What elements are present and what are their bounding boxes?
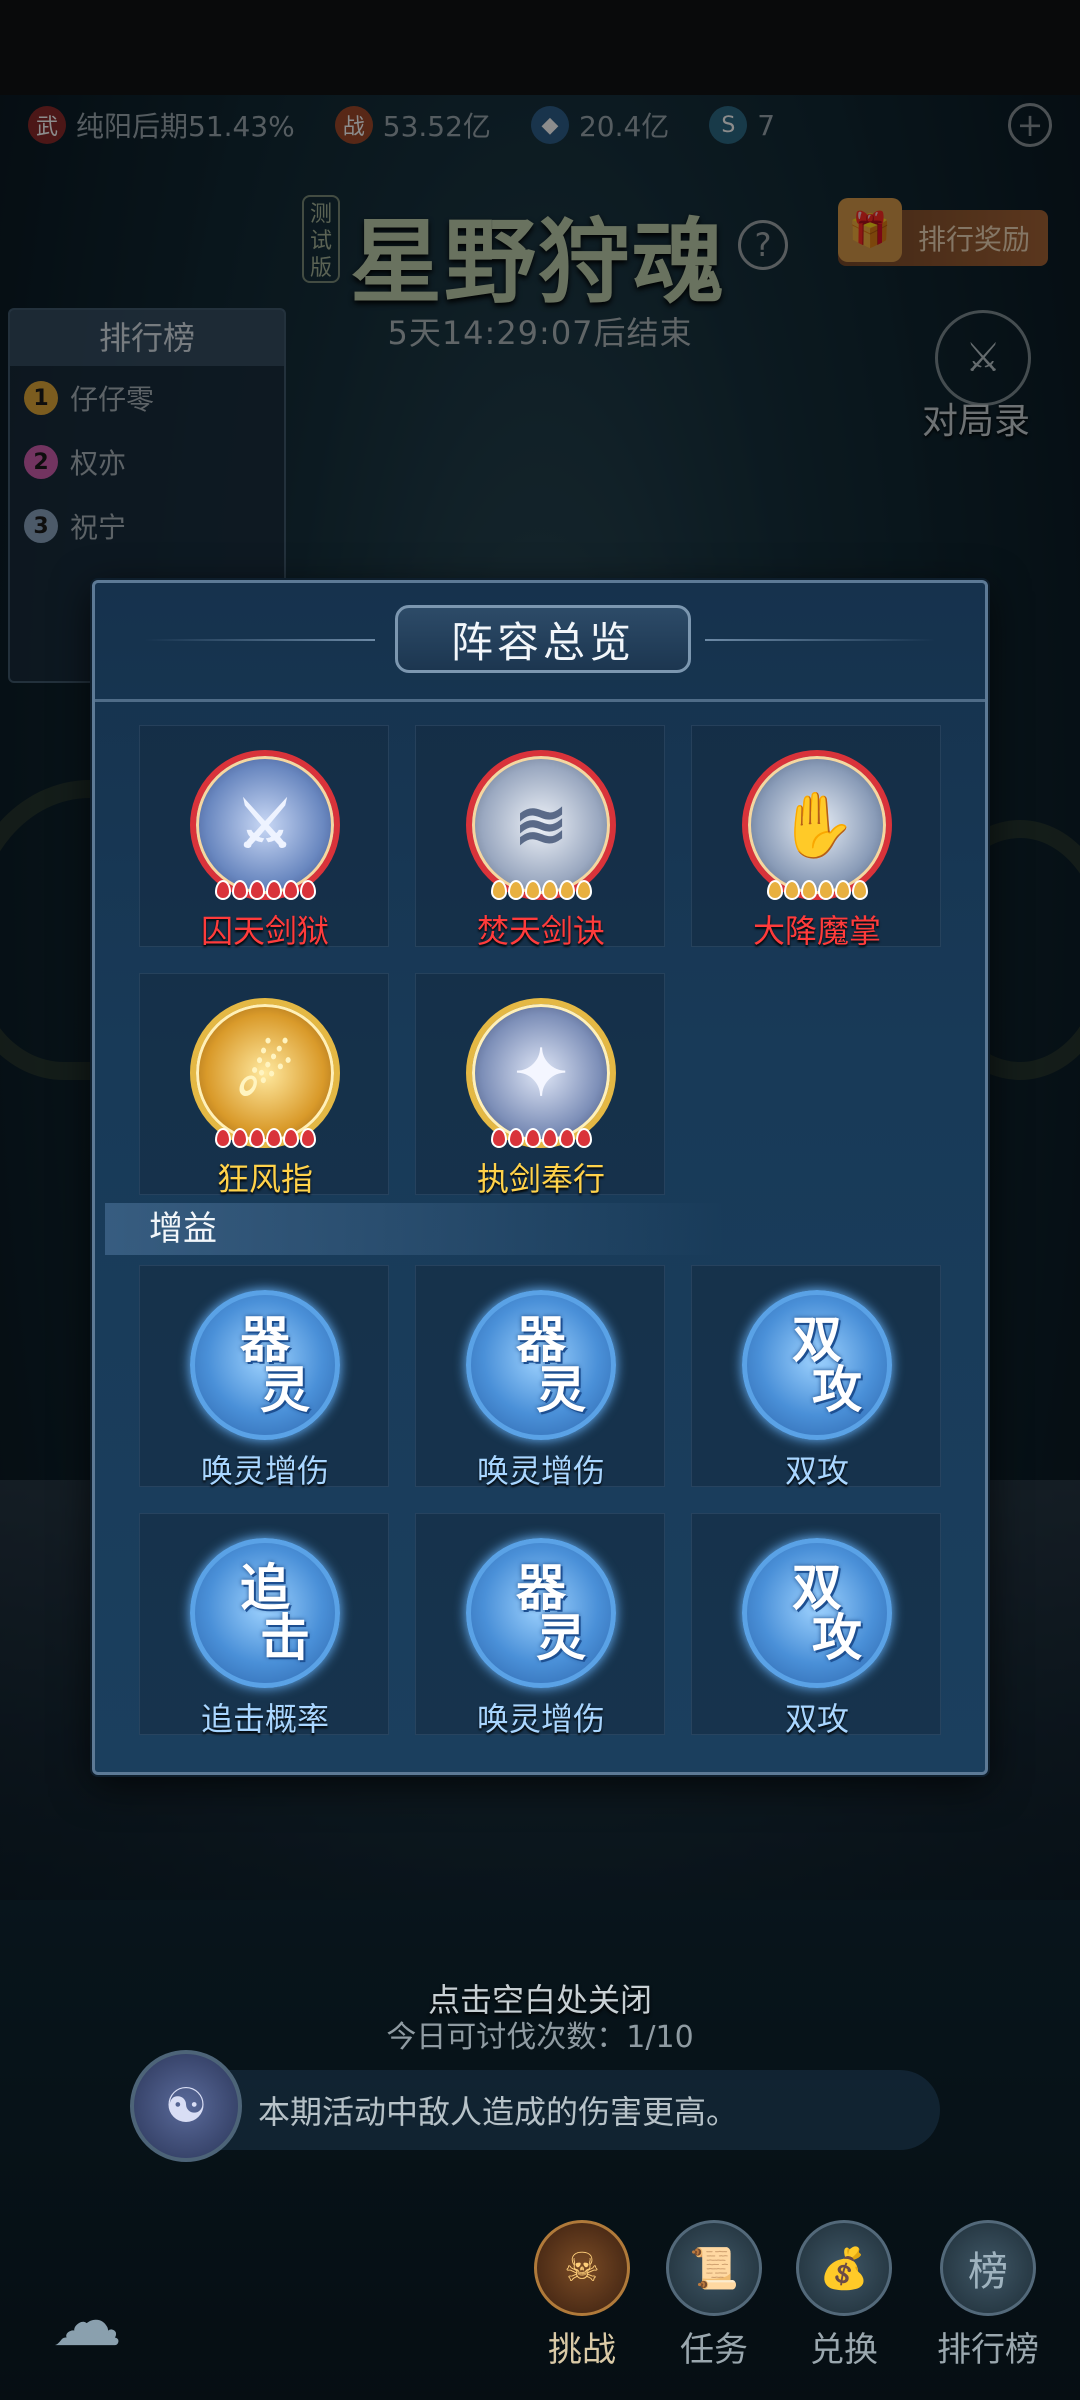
challenge-count: 今日可讨伐次数：1/10 <box>386 2020 694 2055</box>
dialog-title: 阵容总览 <box>395 605 691 673</box>
skill-art: ≋ <box>514 787 568 863</box>
pursuit-buff-icon: 追击 <box>190 1538 340 1688</box>
event-notice: 本期活动中敌人造成的伤害更高。 <box>140 2070 940 2150</box>
skill-art: ✦ <box>514 1035 568 1111</box>
skill-card[interactable]: ✋ 大降魔掌 <box>691 725 941 950</box>
buff-name: 双攻 <box>784 1452 849 1490</box>
star-flames <box>486 1128 596 1150</box>
nav-exchange-label: 兑换 <box>810 2330 878 2370</box>
nav-leaderboard-label: 排行榜 <box>937 2330 1039 2370</box>
header-ornament-left <box>145 639 375 641</box>
coin-bag-icon: 💰 <box>796 2220 892 2316</box>
star-flames <box>210 880 320 902</box>
buff-section-header: 增益 <box>95 1203 985 1255</box>
skill-name: 狂风指 <box>216 1160 313 1198</box>
buff-section-label: 增益 <box>105 1203 725 1255</box>
leaderboard-icon: 榜 <box>940 2220 1036 2316</box>
lineup-overview-dialog: 阵容总览 ⚔ 囚天剑狱 ≋ 焚天剑诀 ✋ 大降魔掌 ☄ 狂风指 ✦ 执剑奉行 增… <box>92 580 988 1775</box>
wind-finger-skill-icon: ☄ <box>190 998 340 1148</box>
double-attack-buff-icon: 双攻 <box>742 1538 892 1688</box>
buff-card[interactable]: 追击 追击概率 <box>139 1513 389 1738</box>
sword-duty-skill-icon: ✦ <box>466 998 616 1148</box>
nav-exchange[interactable]: 💰 兑换 <box>784 2220 904 2370</box>
buff-card[interactable]: 器灵 唤灵增伤 <box>415 1513 665 1738</box>
buff-card[interactable]: 双攻 双攻 <box>691 1265 941 1490</box>
nav-challenge-label: 挑战 <box>548 2330 616 2370</box>
buff-card[interactable]: 器灵 唤灵增伤 <box>415 1265 665 1490</box>
buff-name: 唤灵增伤 <box>200 1452 329 1490</box>
artifact-spirit-buff-icon: 器灵 <box>190 1290 340 1440</box>
event-notice-text: 本期活动中敌人造成的伤害更高。 <box>258 2093 739 2131</box>
skill-grid: ⚔ 囚天剑狱 ≋ 焚天剑诀 ✋ 大降魔掌 ☄ 狂风指 ✦ 执剑奉行 <box>139 725 941 1198</box>
buff-name: 追击概率 <box>200 1700 329 1738</box>
header-ornament-right <box>705 639 935 641</box>
double-attack-buff-icon: 双攻 <box>742 1290 892 1440</box>
scroll-icon: 📜 <box>666 2220 762 2316</box>
sword-prison-skill-icon: ⚔ <box>190 750 340 900</box>
skill-name: 大降魔掌 <box>752 912 881 950</box>
skill-card[interactable]: ☄ 狂风指 <box>139 973 389 1198</box>
skill-art: ✋ <box>777 787 857 863</box>
nav-tasks[interactable]: 📜 任务 <box>654 2220 774 2370</box>
buff-grid: 器灵 唤灵增伤 器灵 唤灵增伤 双攻 双攻 追击 追击概率 器 灵 唤灵增伤 双… <box>139 1265 941 1738</box>
star-flames <box>486 880 596 902</box>
nav-challenge[interactable]: ☠ 挑战 <box>522 2220 642 2370</box>
skill-art: ⚔ <box>236 787 294 863</box>
skill-name: 焚天剑诀 <box>476 912 605 950</box>
nav-tasks-label: 任务 <box>680 2330 748 2370</box>
skill-card[interactable]: ✦ 执剑奉行 <box>415 973 665 1198</box>
skill-card[interactable]: ⚔ 囚天剑狱 <box>139 725 389 950</box>
buff-card[interactable]: 器灵 唤灵增伤 <box>139 1265 389 1490</box>
burning-sky-sword-skill-icon: ≋ <box>466 750 616 900</box>
dialog-divider <box>95 699 985 702</box>
star-flames <box>762 880 872 902</box>
buff-name: 双攻 <box>784 1700 849 1738</box>
dialog-header: 阵容总览 <box>95 583 985 701</box>
skill-name: 执剑奉行 <box>476 1160 605 1198</box>
artifact-spirit-buff-icon: 器灵 <box>466 1290 616 1440</box>
buff-card[interactable]: 双攻 双攻 <box>691 1513 941 1738</box>
star-flames <box>210 1128 320 1150</box>
bottom-navigation: ☁ ☠ 挑战 📜 任务 💰 兑换 榜 排行榜 <box>0 2220 1080 2370</box>
skill-art: ☄ <box>236 1035 294 1111</box>
buff-name: 唤灵增伤 <box>476 1452 605 1490</box>
demon-palm-skill-icon: ✋ <box>742 750 892 900</box>
buff-name: 唤灵增伤 <box>476 1700 605 1738</box>
challenge-icon: ☠ <box>534 2220 630 2316</box>
cloud-icon[interactable]: ☁ <box>52 2280 182 2362</box>
skill-name: 囚天剑狱 <box>200 912 329 950</box>
artifact-spirit-buff-icon: 器灵 <box>466 1538 616 1688</box>
boss-avatar: ☯ <box>130 2050 242 2162</box>
lineup-scroll-area[interactable]: ⚔ 囚天剑狱 ≋ 焚天剑诀 ✋ 大降魔掌 ☄ 狂风指 ✦ 执剑奉行 增益 器 灵… <box>95 705 985 1772</box>
nav-leaderboard[interactable]: 榜 排行榜 <box>918 2220 1058 2370</box>
skill-card[interactable]: ≋ 焚天剑诀 <box>415 725 665 950</box>
